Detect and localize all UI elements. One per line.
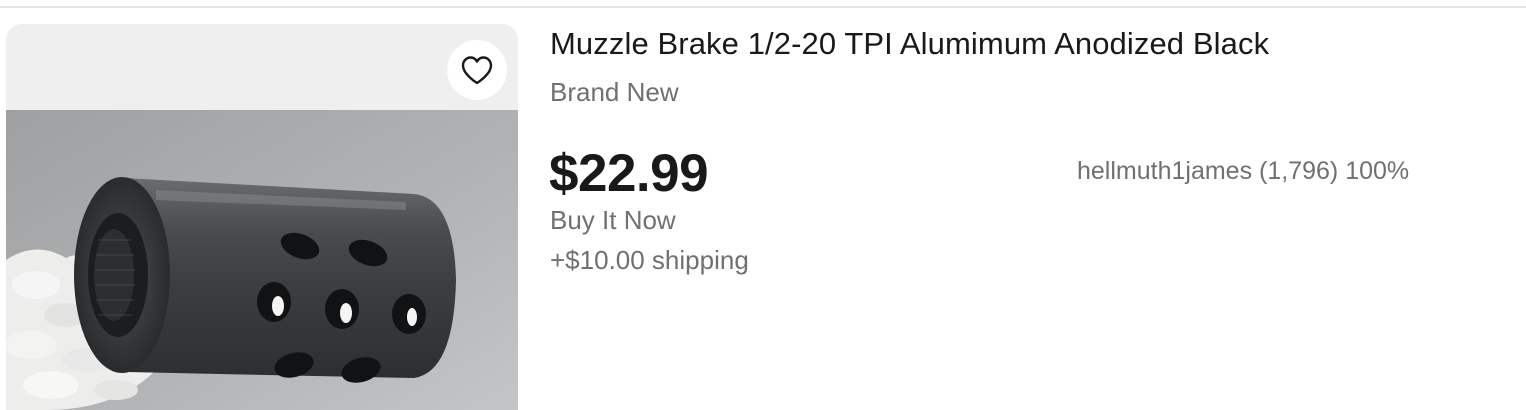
seller-info: hellmuth1james (1,796) 100% [1077, 157, 1410, 185]
shipping-cost: +$10.00 shipping [550, 245, 749, 275]
top-divider [0, 6, 1526, 8]
listing-title[interactable]: Muzzle Brake 1/2-20 TPI Alumimum Anodize… [550, 26, 1269, 62]
item-price: $22.99 [549, 144, 709, 203]
heart-outline-icon [461, 56, 493, 85]
watchlist-button[interactable] [447, 40, 507, 100]
listing-image-card[interactable] [6, 24, 518, 410]
purchase-format: Buy It Now [550, 205, 676, 235]
item-condition: Brand New [550, 77, 679, 107]
product-image[interactable] [6, 110, 518, 410]
